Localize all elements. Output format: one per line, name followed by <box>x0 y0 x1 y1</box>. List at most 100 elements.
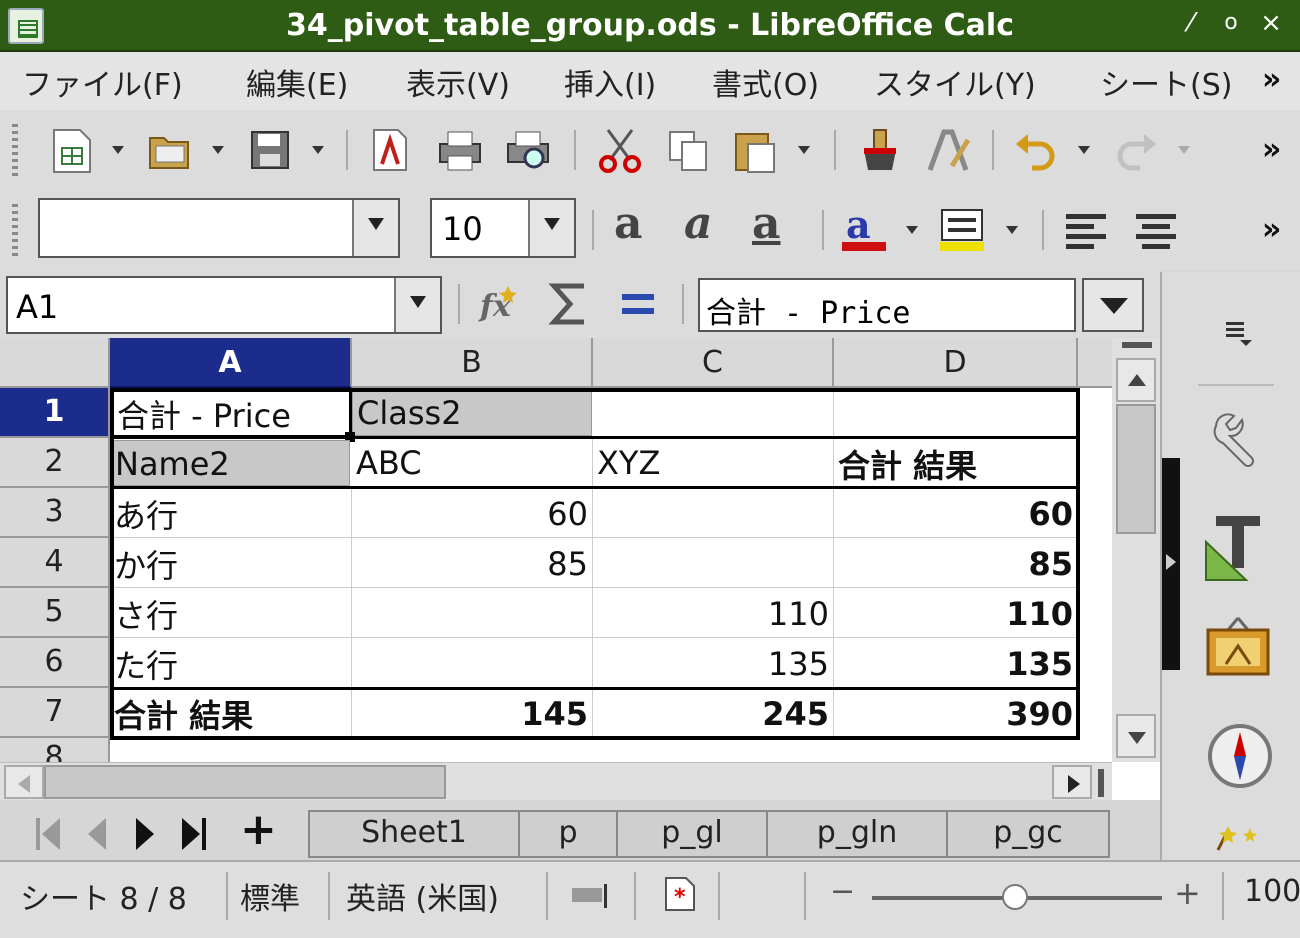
menu-view[interactable]: 表示(V) <box>406 60 510 104</box>
zoom-out-button[interactable]: − <box>830 874 855 909</box>
open-folder-icon[interactable] <box>146 126 194 174</box>
row-header-2[interactable]: 2 <box>0 438 110 488</box>
cell-c3[interactable] <box>593 488 834 538</box>
zoom-level[interactable]: 100% <box>1244 874 1300 909</box>
vertical-scrollbar[interactable] <box>1112 338 1160 762</box>
cell-b4[interactable]: 85 <box>352 538 593 588</box>
paste-dropdown-icon[interactable] <box>798 146 810 154</box>
column-header-a[interactable]: A <box>110 338 352 388</box>
cut-icon[interactable] <box>596 126 644 174</box>
split-handle[interactable] <box>1122 342 1152 348</box>
name-box[interactable]: A1 <box>6 276 442 334</box>
cell-b3[interactable]: 60 <box>352 488 593 538</box>
font-color-dropdown-icon[interactable] <box>906 226 918 234</box>
styles-icon[interactable] <box>1202 512 1274 588</box>
cell-a5[interactable]: さ行 <box>110 588 352 638</box>
italic-icon[interactable]: a <box>684 198 713 249</box>
sidebar-menu-icon[interactable] <box>1224 318 1254 352</box>
cell-d3[interactable]: 60 <box>834 488 1078 538</box>
menu-format[interactable]: 書式(O) <box>712 60 819 104</box>
format-toolbar-overflow-button[interactable]: » <box>1262 212 1281 247</box>
export-pdf-icon[interactable] <box>366 126 414 174</box>
scroll-left-button[interactable] <box>4 765 44 799</box>
horizontal-split-handle[interactable] <box>1098 769 1104 797</box>
menu-styles[interactable]: スタイル(Y) <box>874 60 1036 104</box>
cell-c4[interactable] <box>593 538 834 588</box>
open-dropdown-icon[interactable] <box>212 146 224 154</box>
toolbar-grip[interactable] <box>12 204 18 256</box>
function-wizard-icon[interactable]: fx <box>478 280 526 328</box>
cell-c6[interactable]: 135 <box>593 638 834 688</box>
font-size-combo[interactable]: 10 <box>430 198 576 258</box>
cell-d5[interactable]: 110 <box>834 588 1078 638</box>
tab-p[interactable]: p <box>518 810 618 858</box>
text-language[interactable]: 英語 (米国) <box>346 874 499 918</box>
row-header-1[interactable]: 1 <box>0 388 110 438</box>
spreadsheet-grid[interactable]: A B C D 1 2 3 4 5 6 7 8 合計 - Price Class… <box>0 338 1160 800</box>
tab-p-gc[interactable]: p_gc <box>946 810 1110 858</box>
zoom-slider-thumb[interactable] <box>1002 884 1028 910</box>
cell-c1[interactable] <box>593 388 834 438</box>
menu-insert[interactable]: 挿入(I) <box>564 60 656 104</box>
print-icon[interactable] <box>436 126 484 174</box>
first-sheet-icon[interactable] <box>34 816 62 856</box>
add-sheet-button[interactable]: + <box>240 804 277 855</box>
align-left-icon[interactable] <box>1062 206 1110 254</box>
redo-icon[interactable] <box>1112 126 1160 174</box>
underline-icon[interactable]: a <box>752 198 781 249</box>
cell-d1[interactable] <box>834 388 1078 438</box>
cell-d6[interactable]: 135 <box>834 638 1078 688</box>
cell-a7[interactable]: 合計 結果 <box>110 688 352 738</box>
cell-d7[interactable]: 390 <box>834 688 1078 738</box>
font-size-dropdown-icon[interactable] <box>528 200 574 256</box>
redo-dropdown-icon[interactable] <box>1178 146 1190 154</box>
column-header-e[interactable] <box>1078 338 1112 388</box>
maximize-button[interactable]: o <box>1216 10 1246 35</box>
highlight-color-icon[interactable] <box>938 204 986 252</box>
save-dropdown-icon[interactable] <box>312 146 324 154</box>
sum-icon[interactable] <box>546 280 594 328</box>
cell-a3[interactable]: あ行 <box>110 488 352 538</box>
expand-formula-button[interactable] <box>1082 278 1144 332</box>
cell-b2[interactable]: ABC <box>352 438 593 488</box>
menu-file[interactable]: ファイル(F) <box>22 60 183 104</box>
font-name-combo[interactable] <box>38 198 400 258</box>
bold-icon[interactable]: a <box>614 198 643 249</box>
menu-sheet[interactable]: シート(S) <box>1100 60 1232 104</box>
navigator-compass-icon[interactable] <box>1206 722 1274 794</box>
row-header-5[interactable]: 5 <box>0 588 110 638</box>
paste-icon[interactable] <box>732 126 780 174</box>
undo-dropdown-icon[interactable] <box>1078 146 1090 154</box>
cell-a6[interactable]: た行 <box>110 638 352 688</box>
clone-formatting-icon[interactable] <box>856 126 904 174</box>
print-preview-icon[interactable] <box>504 126 552 174</box>
cell-a4[interactable]: か行 <box>110 538 352 588</box>
column-header-b[interactable]: B <box>352 338 593 388</box>
functions-icon[interactable] <box>1206 822 1266 856</box>
cell-a2[interactable]: Name2 <box>110 440 350 486</box>
align-center-icon[interactable] <box>1132 206 1180 254</box>
zoom-in-button[interactable]: + <box>1174 874 1201 912</box>
sidebar-collapse-handle[interactable] <box>1162 458 1180 670</box>
highlight-dropdown-icon[interactable] <box>1006 226 1018 234</box>
column-header-c[interactable]: C <box>593 338 834 388</box>
cell-b7[interactable]: 145 <box>352 688 593 738</box>
minimize-button[interactable]: ⁄ <box>1176 8 1206 38</box>
cell-c7[interactable]: 245 <box>593 688 834 738</box>
toolbar-grip[interactable] <box>12 124 18 176</box>
cell-b6[interactable] <box>352 638 593 688</box>
copy-icon[interactable] <box>664 126 712 174</box>
menu-overflow-button[interactable]: » <box>1262 62 1281 97</box>
page-style[interactable]: 標準 <box>240 874 300 918</box>
name-box-dropdown-icon[interactable] <box>394 278 440 332</box>
horizontal-scroll-thumb[interactable] <box>44 765 446 799</box>
menu-edit[interactable]: 編集(E) <box>246 60 348 104</box>
close-button[interactable]: × <box>1256 8 1286 38</box>
row-header-3[interactable]: 3 <box>0 488 110 538</box>
select-all-corner[interactable] <box>0 338 110 388</box>
cell-b1[interactable]: Class2 <box>352 390 592 436</box>
font-color-icon[interactable]: a <box>840 202 888 252</box>
row-header-8[interactable]: 8 <box>0 738 110 762</box>
previous-sheet-icon[interactable] <box>84 816 108 856</box>
selection-mode-icon[interactable] <box>570 882 610 914</box>
